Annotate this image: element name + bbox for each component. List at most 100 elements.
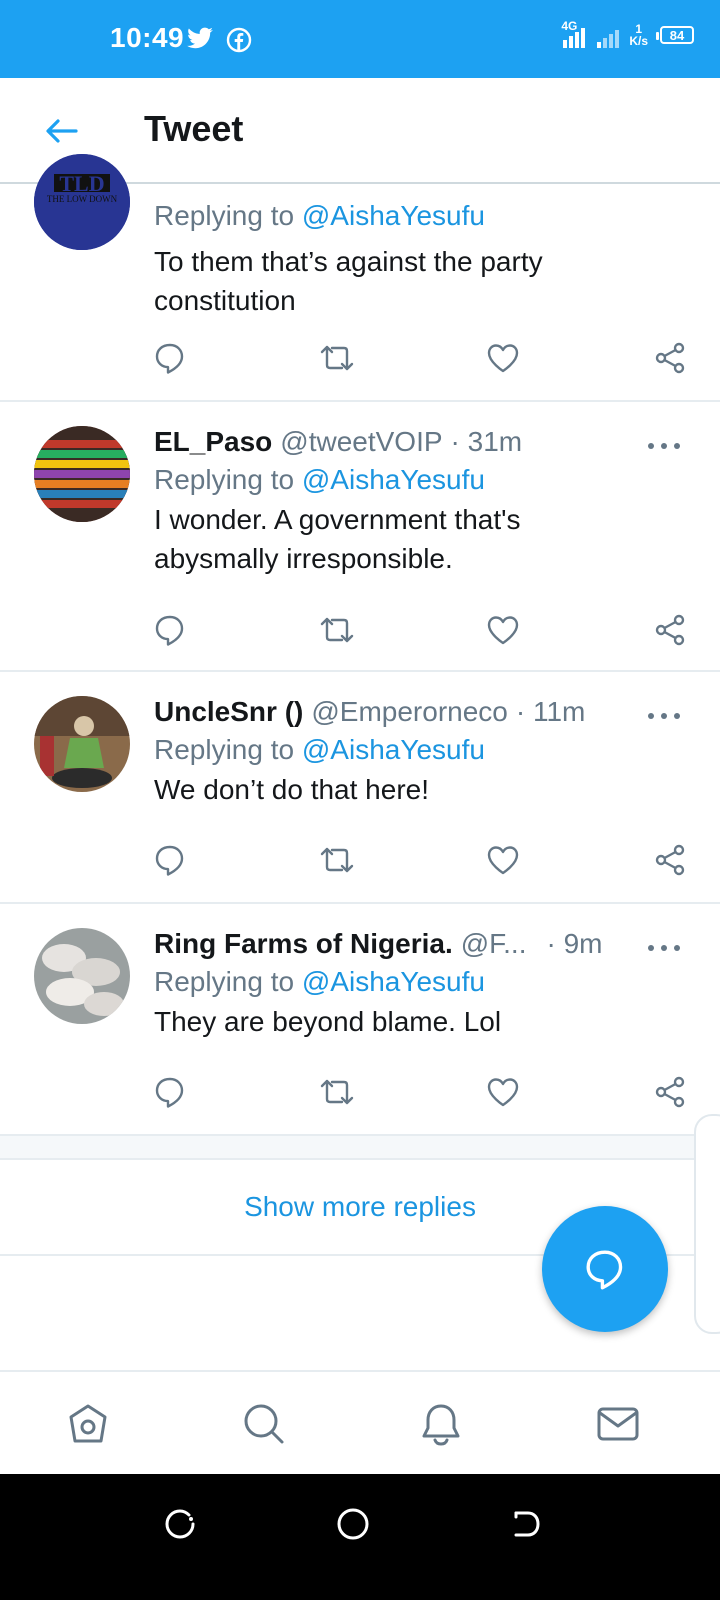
tweet-text: To them that’s against the party constit… [154,246,543,316]
reply-button[interactable] [150,610,190,650]
tweet[interactable]: UncleSnr () @Emperorneco · 11m Replying … [0,672,720,904]
status-bar: 10:49 4G 1 K/s 84 [0,0,720,78]
home-circle-icon [337,1508,369,1540]
retweet-icon [320,345,353,371]
share-icon [655,1076,685,1108]
retweet-button[interactable] [317,840,357,880]
tweet-text: I wonder. A government that's abysmally … [154,504,521,574]
replying-to: Replying to @AishaYesufu [154,966,485,997]
retweet-button[interactable] [317,1072,357,1112]
replying-to: Replying to @AishaYesufu [154,734,485,765]
share-button[interactable] [650,610,690,650]
mention-link[interactable]: @AishaYesufu [302,966,485,997]
svg-text:TLD: TLD [59,171,104,196]
like-icon [488,846,519,875]
reply-button[interactable] [150,338,190,378]
display-name[interactable]: UncleSnr () [154,694,303,730]
share-button[interactable] [650,1072,690,1112]
messages-icon [597,1407,639,1441]
tweet[interactable]: EL_Paso @tweetVOIP · 31m Replying to @Ai… [0,402,720,672]
status-right: 4G 1 K/s 84 [561,20,694,48]
share-icon [655,342,685,374]
more-options-button[interactable] [644,936,684,960]
signal-icon: 4G [561,20,620,48]
bottom-navigation [0,1370,720,1474]
arrow-left-icon [46,119,78,143]
mention-link[interactable]: @AishaYesufu [302,734,485,765]
battery-icon: 84 [656,26,694,44]
display-name[interactable]: Ring Farms of Nigeria. [154,926,453,962]
home-button[interactable] [333,1504,373,1544]
display-name[interactable]: EL_Paso [154,424,272,460]
twitter-icon [187,27,213,49]
status-time: 10:49 [110,22,185,53]
like-icon [488,1078,519,1107]
handle: @tweetVOIP [280,426,443,457]
like-button[interactable] [483,610,523,650]
tweet[interactable]: TLD THE LOW DOWN Replying to @AishaYesuf… [0,154,720,402]
tweet-header: EL_Paso @tweetVOIP · 31m [154,424,684,460]
facebook-icon [226,27,252,53]
avatar[interactable] [34,696,130,792]
mention-link[interactable]: @AishaYesufu [302,464,485,495]
nav-messages[interactable] [594,1400,642,1448]
handle: @Emperorneco [311,696,508,727]
network-speed: 1 K/s [629,22,648,48]
tweet-actions [150,338,690,378]
reply-button[interactable] [150,1072,190,1112]
tweet-actions [150,610,690,650]
home-icon [69,1404,107,1443]
nav-home[interactable] [64,1400,112,1448]
retweet-icon [320,1079,353,1105]
like-button[interactable] [483,1072,523,1112]
reply-icon [155,615,184,646]
nav-notifications[interactable] [417,1400,465,1448]
more-options-button[interactable] [644,704,684,728]
handle: @F... [460,928,527,959]
tweet-text: They are beyond blame. Lol [154,1006,502,1037]
avatar[interactable] [34,426,130,522]
back-icon [514,1511,540,1537]
retweet-icon [320,847,353,873]
tweet-actions [150,840,690,880]
page-title: Tweet [144,108,244,149]
back-button[interactable] [38,108,84,154]
like-icon [488,344,519,373]
tweet-actions [150,1072,690,1112]
reply-icon [155,845,184,876]
search-icon [244,1404,284,1444]
share-icon [655,614,685,646]
avatar[interactable]: TLD THE LOW DOWN [34,154,130,250]
retweet-button[interactable] [317,338,357,378]
edge-panel-handle[interactable] [694,1114,720,1334]
system-navigation-bar [0,1474,720,1600]
share-icon [655,844,685,876]
replies-feed: TLD THE LOW DOWN Replying to @AishaYesuf… [0,154,720,1136]
compose-reply-icon [586,1250,623,1290]
timestamp: · 9m [546,928,603,959]
replying-to: Replying to @AishaYesufu [154,200,485,231]
svg-text:THE LOW DOWN: THE LOW DOWN [47,194,118,204]
like-button[interactable] [483,840,523,880]
share-button[interactable] [650,338,690,378]
like-icon [488,616,519,645]
timestamp: · 31m [450,426,523,457]
like-button[interactable] [483,338,523,378]
recents-button[interactable] [160,1504,200,1544]
reply-icon [155,343,184,374]
more-options-button[interactable] [644,434,684,458]
avatar[interactable] [34,928,130,1024]
mention-link[interactable]: @AishaYesufu [302,200,485,231]
share-button[interactable] [650,840,690,880]
tweet-text: We don’t do that here! [154,774,429,805]
retweet-button[interactable] [317,610,357,650]
recents-icon [165,1509,195,1539]
nav-search[interactable] [240,1400,288,1448]
notifications-icon [422,1404,460,1446]
reply-button[interactable] [150,840,190,880]
retweet-icon [320,617,353,643]
compose-reply-button[interactable] [542,1206,668,1332]
back-button-system[interactable] [505,1504,545,1544]
tweet[interactable]: Ring Farms of Nigeria. @F... · 9m Replyi… [0,904,720,1136]
tweet-header: UncleSnr () @Emperorneco · 11m [154,694,684,730]
